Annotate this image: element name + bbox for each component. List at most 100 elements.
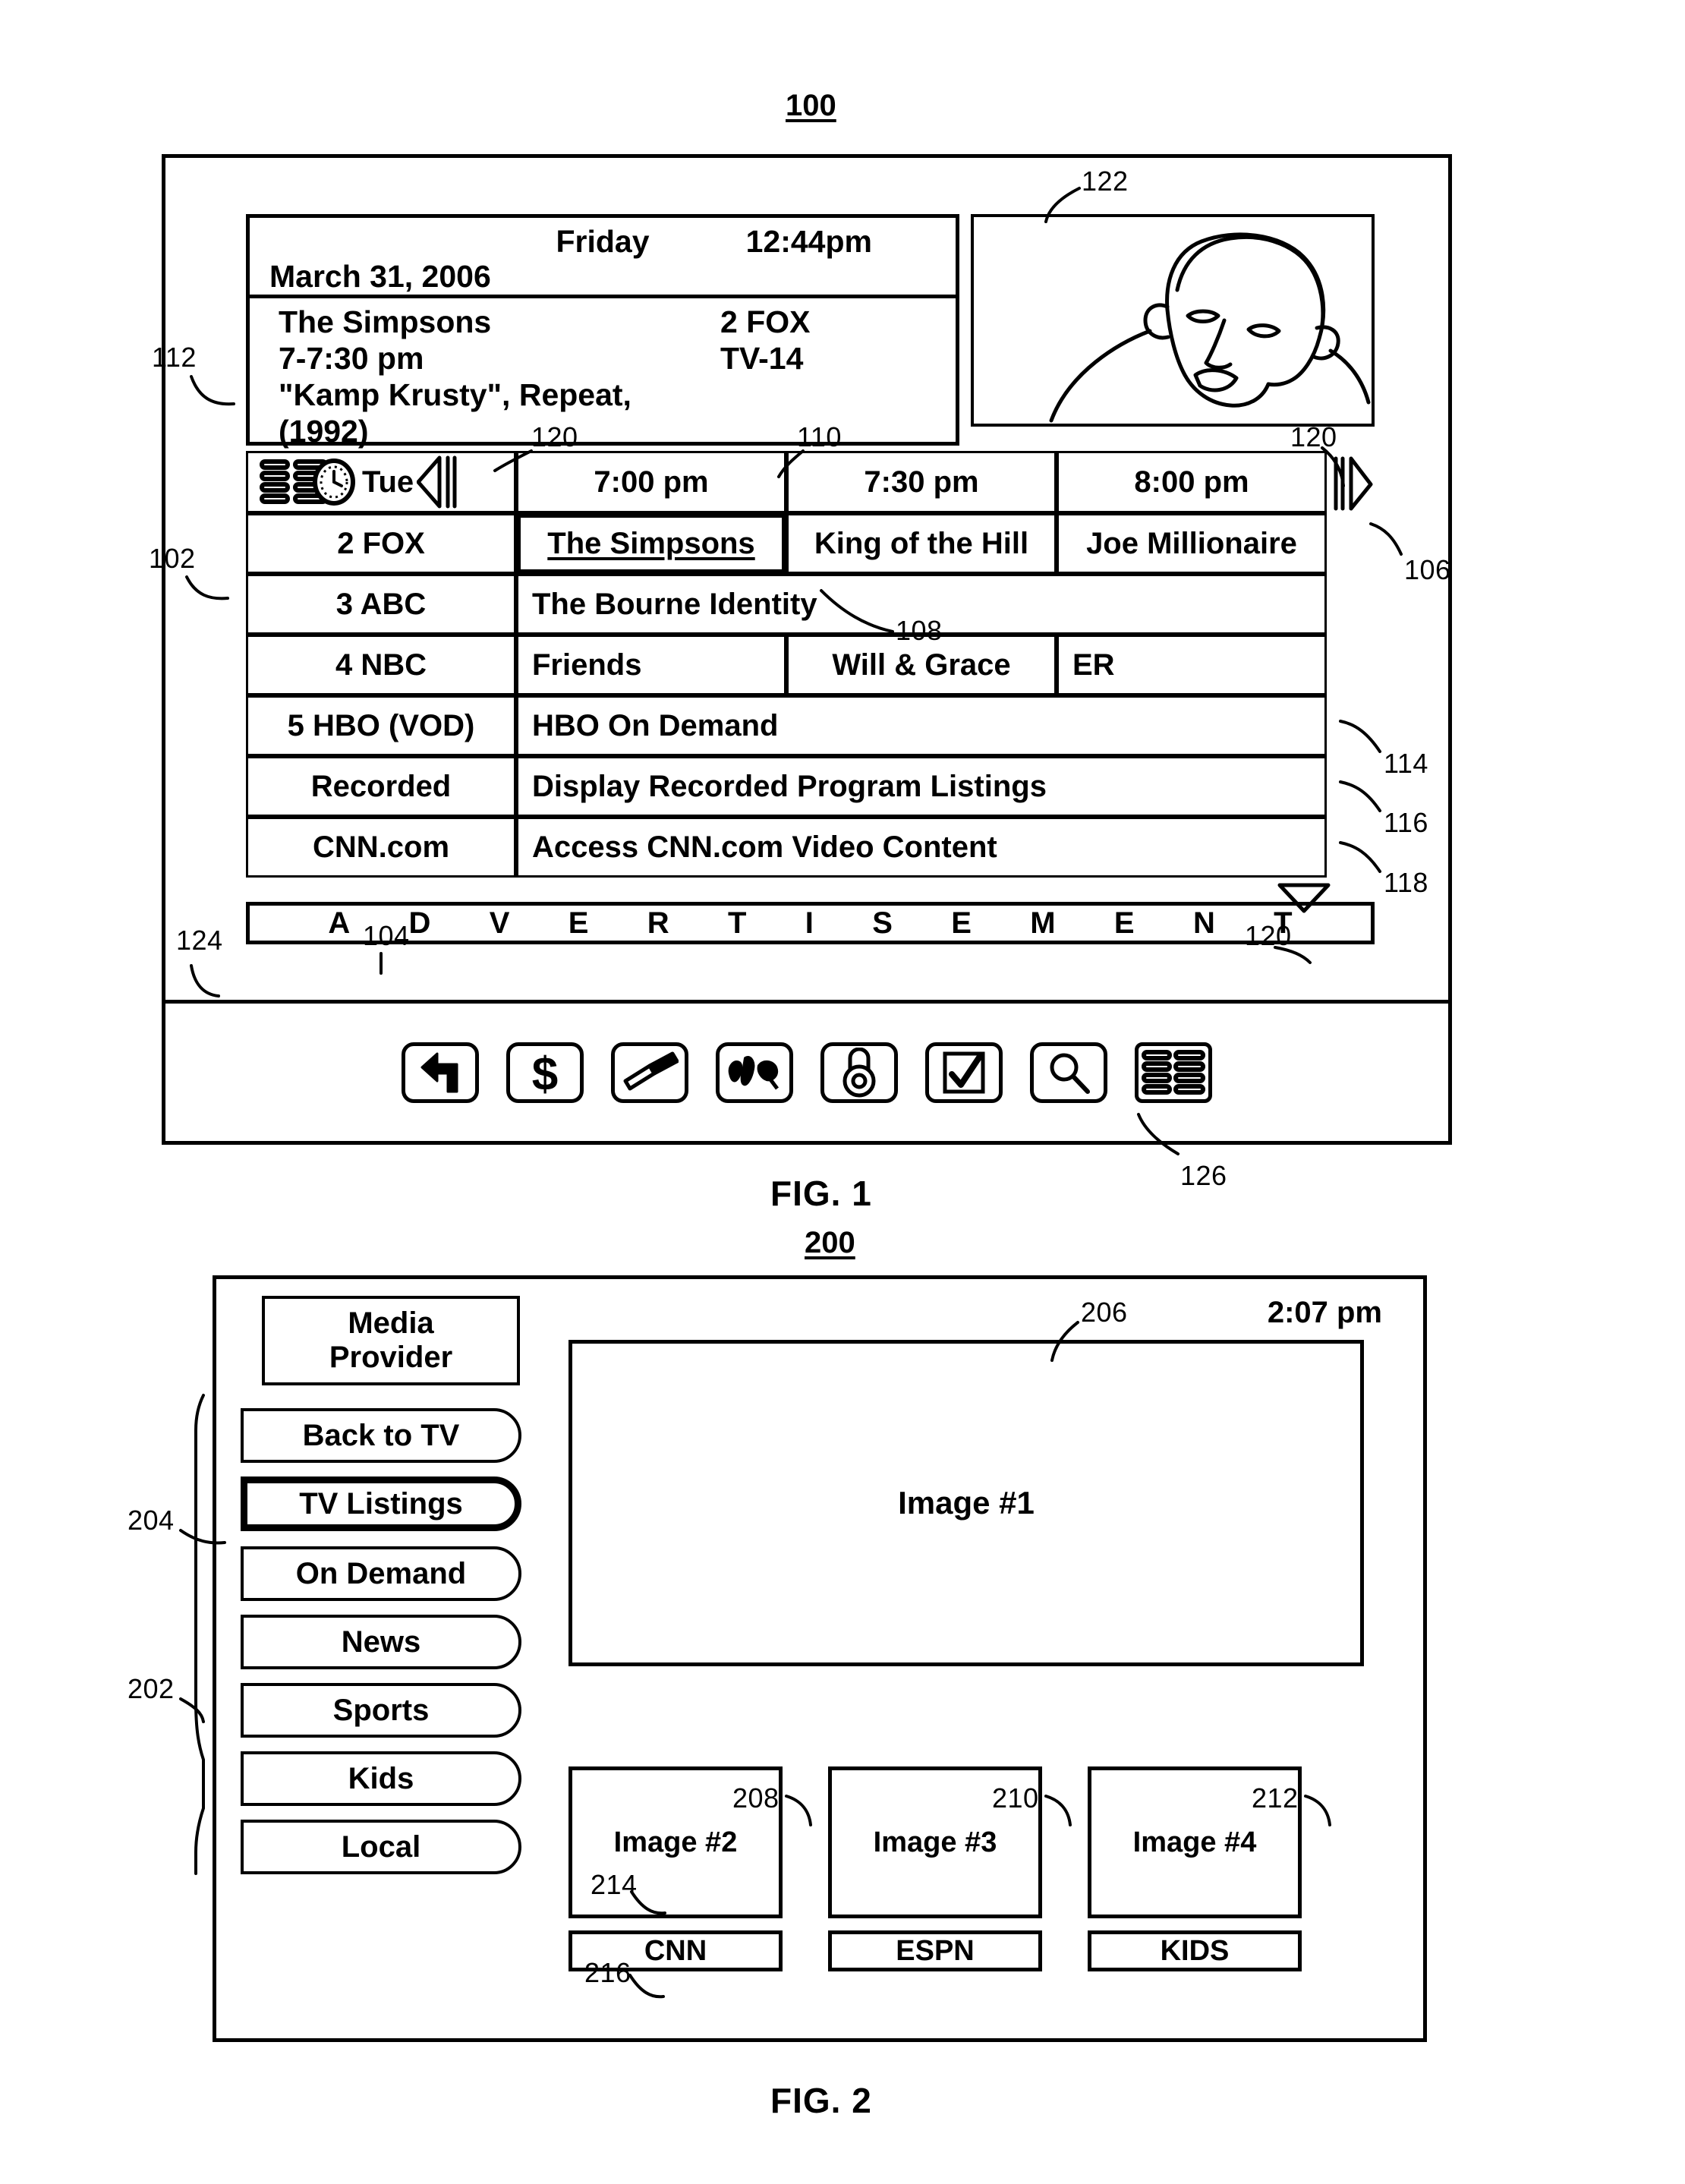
figure-1-screen: Friday 12:44pm March 31, 2006 The Simpso…: [246, 214, 1375, 988]
reference-number: 210: [992, 1782, 1039, 1814]
ad-letter: A: [328, 906, 351, 940]
reference-number: 124: [176, 925, 223, 956]
sidebar-item-kids[interactable]: Kids: [241, 1751, 521, 1806]
back-arrow-icon: [420, 1052, 458, 1093]
reference-number: 126: [1180, 1160, 1227, 1191]
checkbox-button[interactable]: [925, 1042, 1003, 1103]
ticket-button[interactable]: [611, 1042, 688, 1103]
search-icon: [1050, 1053, 1090, 1094]
grid-program-cell[interactable]: Friends: [516, 635, 786, 695]
info-program-rating: TV-14: [720, 341, 804, 376]
table-row: 5 HBO (VOD) HBO On Demand: [246, 695, 1327, 756]
reference-number: 214: [591, 1869, 638, 1900]
info-program-year: (1992): [279, 414, 369, 449]
grid-program-cell[interactable]: Joe Millionaire: [1057, 513, 1327, 574]
bottom-toolbar: $: [165, 1000, 1448, 1142]
hero-image-placeholder[interactable]: Image #1: [568, 1340, 1364, 1666]
figure-1-caption: FIG. 1: [770, 1174, 872, 1213]
sidebar-item-local[interactable]: Local: [241, 1820, 521, 1874]
grid-day-label: Tue: [362, 465, 414, 499]
right-arrow-icon[interactable]: [1330, 455, 1374, 513]
grid-time-header: Tue 7:00 pm 7:30 pm 8:00 pm: [246, 451, 1375, 513]
back-button[interactable]: [402, 1042, 479, 1103]
ad-letter: T: [728, 906, 747, 940]
svg-text:$: $: [532, 1048, 558, 1098]
reference-number: 110: [797, 421, 842, 452]
grid-channel-label[interactable]: 3 ABC: [246, 574, 516, 635]
figure-2-number: 200: [805, 1226, 855, 1259]
ad-letter: E: [568, 906, 589, 940]
search-button[interactable]: [1030, 1042, 1107, 1103]
reference-number: 114: [1384, 748, 1428, 779]
reference-number: 118: [1384, 867, 1428, 898]
grid-channel-label-cnn[interactable]: CNN.com: [246, 817, 516, 878]
figure-2-device-frame: Media Provider Back to TV TV Listings On…: [213, 1275, 1427, 2042]
reference-number: 212: [1252, 1782, 1299, 1814]
listings-button[interactable]: [1135, 1042, 1212, 1103]
info-program-time: 7-7:30 pm: [279, 341, 424, 376]
sidebar-item-label: Sports: [332, 1693, 430, 1727]
grid-program-cell-vod[interactable]: HBO On Demand: [516, 695, 1327, 756]
checkbox-icon: [943, 1051, 985, 1094]
info-clock: 12:44pm: [745, 224, 872, 259]
table-row: 2 FOX The Simpsons King of the Hill Joe …: [246, 513, 1327, 574]
ticket-icon: [623, 1051, 679, 1091]
reference-number: 120: [1245, 920, 1292, 951]
info-panel-program-row: The Simpsons 7-7:30 pm "Kamp Krusty", Re…: [250, 298, 956, 449]
reference-number: 204: [128, 1505, 175, 1536]
grid-program-cell-cnn[interactable]: Access CNN.com Video Content: [516, 817, 1327, 878]
info-program-channel: 2 FOX: [720, 304, 811, 339]
sidebar-item-label: On Demand: [295, 1556, 467, 1590]
grid-program-cell[interactable]: King of the Hill: [786, 513, 1057, 574]
reference-number: 102: [149, 543, 196, 574]
sidebar-item-news[interactable]: News: [241, 1615, 521, 1669]
grid-channel-label[interactable]: 5 HBO (VOD): [246, 695, 516, 756]
grid-channel-label[interactable]: 2 FOX: [246, 513, 516, 574]
reference-number: 116: [1384, 807, 1428, 838]
grid-time-column-2: 7:30 pm: [786, 451, 1057, 513]
ad-letter: N: [1192, 906, 1215, 940]
reference-number: 108: [896, 615, 943, 646]
pay-per-view-button[interactable]: $: [506, 1042, 584, 1103]
thumbnail-caption-text: KIDS: [1160, 1934, 1230, 1967]
sidebar-item-back-to-tv[interactable]: Back to TV: [241, 1408, 521, 1463]
grid-time-column-3: 8:00 pm: [1057, 451, 1327, 513]
program-info-panel: Friday 12:44pm March 31, 2006 The Simpso…: [246, 214, 959, 449]
provider-line-1: Media: [348, 1306, 434, 1341]
thumbnail-caption-text: CNN: [644, 1934, 707, 1967]
grid-channel-label[interactable]: 4 NBC: [246, 635, 516, 695]
sidebar-item-sports[interactable]: Sports: [241, 1683, 521, 1738]
video-window[interactable]: [971, 214, 1375, 427]
lock-icon: [842, 1048, 876, 1098]
grid-program-cell[interactable]: ER: [1057, 635, 1327, 695]
thumbnail-caption-espn[interactable]: ESPN: [828, 1930, 1042, 1971]
sidebar-item-tv-listings[interactable]: TV Listings: [241, 1476, 521, 1531]
reference-number: 216: [584, 1957, 631, 1988]
ad-letter: V: [489, 906, 510, 940]
left-arrow-icon[interactable]: [417, 455, 459, 509]
media-button[interactable]: [716, 1042, 793, 1103]
sidebar-item-on-demand[interactable]: On Demand: [241, 1546, 521, 1601]
ad-letter: D: [408, 906, 431, 940]
grid-time-column-1: 7:00 pm: [516, 451, 786, 513]
parental-lock-button[interactable]: [820, 1042, 898, 1103]
grid-program-cell-recorded[interactable]: Display Recorded Program Listings: [516, 756, 1327, 817]
grid-program-cell[interactable]: The Simpsons: [516, 513, 786, 574]
ad-letter: E: [1113, 906, 1135, 940]
table-row: 4 NBC Friends Will & Grace ER: [246, 635, 1327, 695]
reference-number: 202: [128, 1673, 175, 1704]
sidebar: Media Provider Back to TV TV Listings On…: [241, 1296, 521, 2009]
clock-icon: [313, 459, 355, 506]
table-row: Recorded Display Recorded Program Listin…: [246, 756, 1327, 817]
reference-number: 208: [732, 1782, 780, 1814]
sidebar-item-label: Kids: [348, 1761, 414, 1795]
grid-day-cell[interactable]: Tue: [246, 451, 516, 513]
hero-image-label: Image #1: [898, 1485, 1035, 1521]
advertisement-bar[interactable]: A D V E R T I S E M E N T: [246, 902, 1375, 944]
grid-channel-label-recorded[interactable]: Recorded: [246, 756, 516, 817]
info-date-label: March 31, 2006: [269, 259, 491, 294]
sidebar-item-label: News: [341, 1625, 421, 1659]
figure-1-number: 100: [786, 89, 836, 122]
thumbnail-caption-kids[interactable]: KIDS: [1088, 1930, 1302, 1971]
media-provider-logo: Media Provider: [262, 1296, 520, 1385]
